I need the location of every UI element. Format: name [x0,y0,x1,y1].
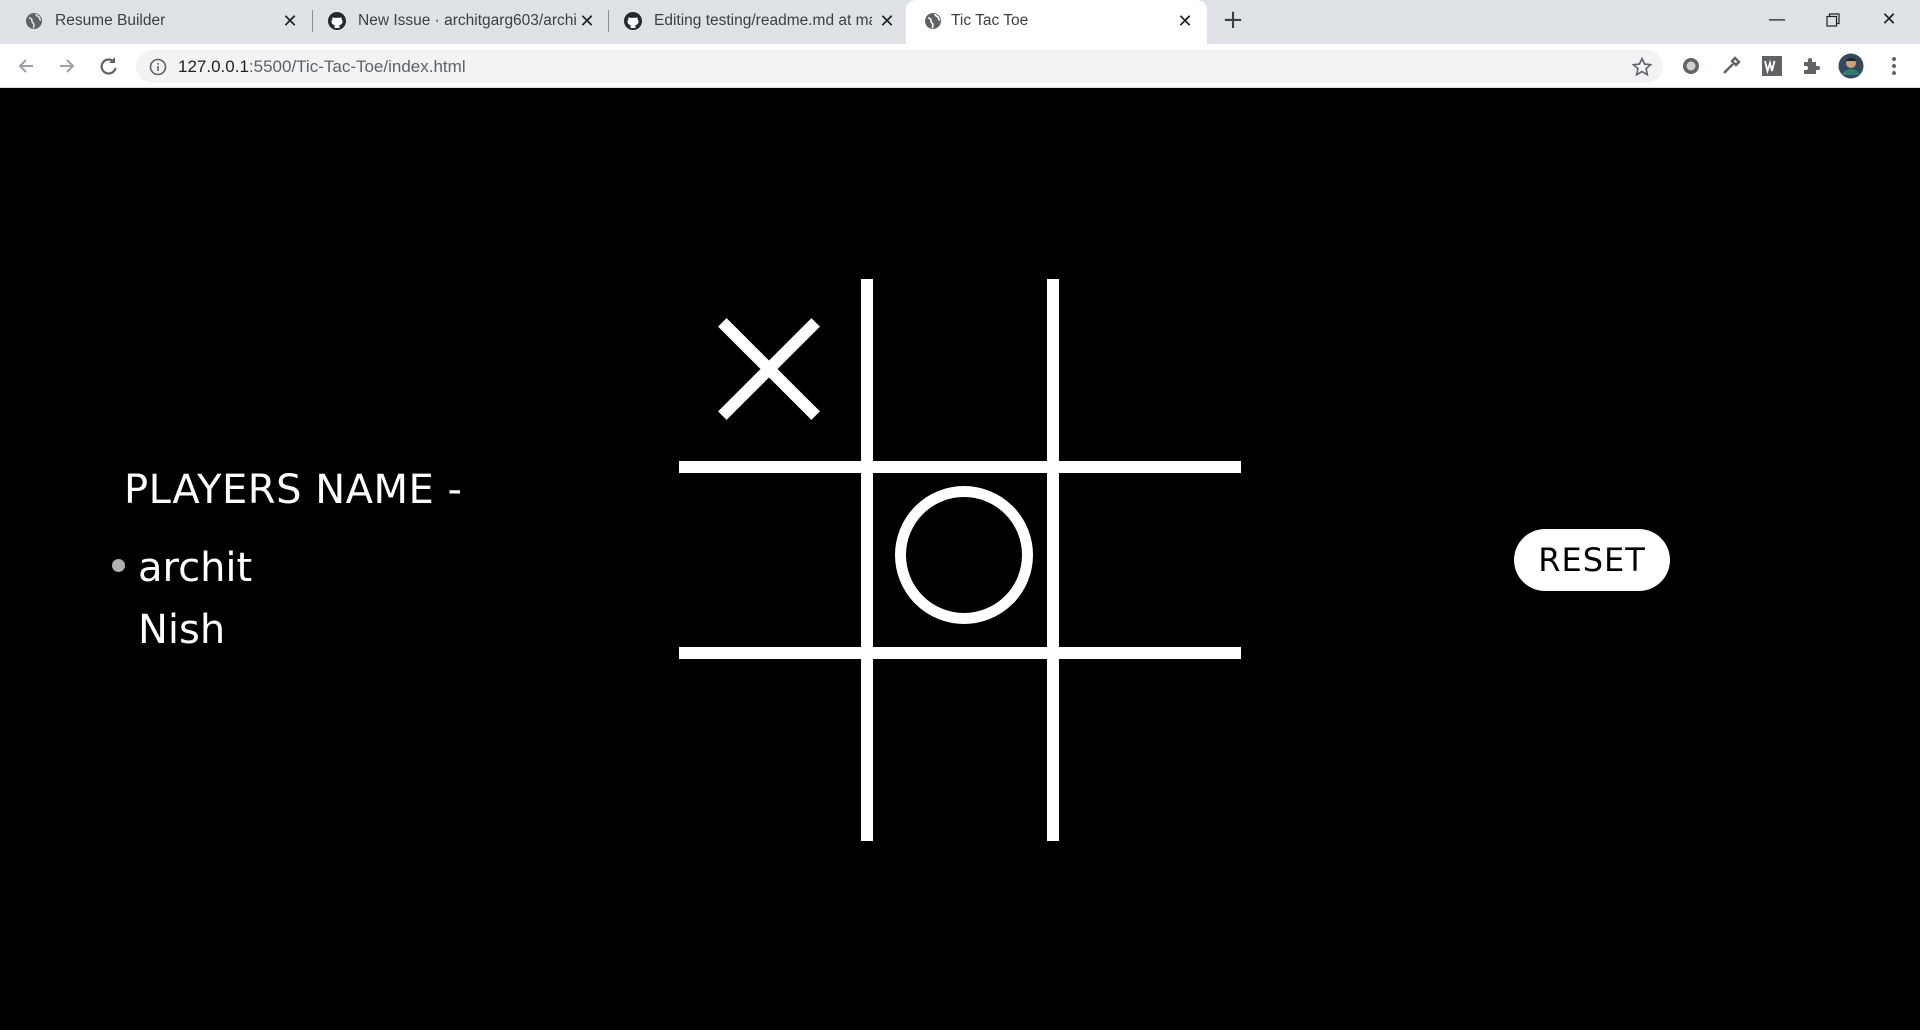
o-mark-icon [895,486,1033,624]
info-icon[interactable] [149,58,167,76]
tab-title: Resume Builder [55,12,166,29]
board-cell-5[interactable] [872,472,1052,652]
forward-arrow-icon[interactable] [53,52,81,80]
players-title: PLAYERS NAME - [124,467,463,513]
board-cell-1[interactable] [679,279,859,459]
eyedropper-icon[interactable] [1719,54,1743,78]
w-extension-icon[interactable] [1760,54,1784,78]
close-window-icon[interactable]: ✕ [1866,4,1912,36]
reload-icon[interactable] [94,52,122,80]
tab-tic-tac-toe[interactable]: Tic Tac Toe ✕ [906,0,1207,44]
reset-button[interactable]: RESET [1514,529,1670,591]
board-cell-2[interactable] [872,279,1052,459]
url-host: 127.0.0.1 [178,57,249,76]
more-menu-icon[interactable] [1882,54,1906,78]
board-cell-9[interactable] [1059,659,1239,839]
board-cell-3[interactable] [1059,279,1239,459]
extensions-puzzle-icon[interactable] [1800,54,1824,78]
board-cell-7[interactable] [679,659,859,839]
restore-icon[interactable] [1810,4,1856,36]
close-tab-icon[interactable]: ✕ [876,10,898,32]
player-name-1: archit [111,537,252,599]
minimize-icon[interactable]: — [1754,4,1800,36]
address-bar[interactable]: 127.0.0.1:5500/Tic-Tac-Toe/index.html [136,50,1663,83]
tab-new-issue[interactable]: New Issue · architgarg603/architg ✕ [303,0,603,42]
player-name-2: Nish [138,607,226,653]
tab-resume-builder[interactable]: Resume Builder ✕ [0,0,305,42]
github-icon [328,12,346,30]
tab-editing-readme[interactable]: Editing testing/readme.md at ma ✕ [599,0,902,42]
tic-tac-toe-board [679,279,1241,841]
browser-tabstrip: Resume Builder ✕ New Issue · architgarg6… [0,0,1920,44]
profile-avatar-icon[interactable] [1838,53,1864,79]
bookmark-star-icon[interactable] [1631,56,1653,78]
board-cell-8[interactable] [872,659,1052,839]
close-tab-icon[interactable]: ✕ [576,10,598,32]
browser-toolbar: 127.0.0.1:5500/Tic-Tac-Toe/index.html [0,44,1920,88]
globe-icon [26,13,42,29]
globe-icon [925,13,941,29]
close-tab-icon[interactable]: ✕ [1174,10,1196,32]
url-text[interactable]: 127.0.0.1:5500/Tic-Tac-Toe/index.html [178,57,466,77]
back-arrow-icon[interactable] [12,52,40,80]
github-icon [624,12,642,30]
url-path: :5500/Tic-Tac-Toe/index.html [248,57,466,76]
tab-title: New Issue · architgarg603/architg [358,12,576,29]
tab-title: Editing testing/readme.md at ma [654,12,872,29]
board-cell-4[interactable] [679,472,859,652]
players-list: archit Nish [111,537,252,661]
players-panel: PLAYERS NAME - archit Nish [111,467,463,653]
game-page: PLAYERS NAME - archit Nish RESET [0,89,1920,1030]
tab-title: Tic Tac Toe [951,12,1029,29]
board-cell-6[interactable] [1059,472,1239,652]
x-mark-icon [711,311,827,427]
extension-circle-icon[interactable] [1679,54,1703,78]
new-tab-plus-icon[interactable]: + [1220,7,1246,34]
close-tab-icon[interactable]: ✕ [279,10,301,32]
